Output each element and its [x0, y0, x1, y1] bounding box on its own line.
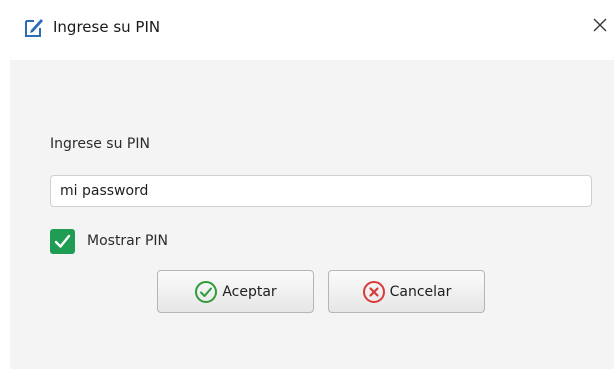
- pin-dialog: Ingrese su PIN Ingrese su PIN Mostrar PI…: [0, 0, 614, 369]
- close-button[interactable]: [586, 13, 614, 41]
- pin-input[interactable]: [50, 175, 592, 207]
- show-pin-checkbox[interactable]: Mostrar PIN: [50, 228, 168, 254]
- accept-button[interactable]: Aceptar: [157, 270, 314, 313]
- edit-document-icon: [24, 16, 44, 38]
- x-circle-icon: [362, 280, 386, 304]
- accept-button-label: Aceptar: [222, 283, 277, 300]
- dialog-content: Ingrese su PIN Mostrar PIN Aceptar: [10, 60, 614, 369]
- close-icon: [592, 17, 608, 37]
- title-bar: Ingrese su PIN: [0, 0, 614, 60]
- show-pin-label: Mostrar PIN: [87, 233, 169, 249]
- cancel-button[interactable]: Cancelar: [328, 270, 485, 313]
- check-circle-icon: [194, 280, 218, 304]
- checkbox-checked-icon[interactable]: [50, 228, 75, 254]
- window-title: Ingrese su PIN: [53, 18, 161, 36]
- pin-label: Ingrese su PIN: [50, 136, 150, 152]
- cancel-button-label: Cancelar: [389, 283, 452, 300]
